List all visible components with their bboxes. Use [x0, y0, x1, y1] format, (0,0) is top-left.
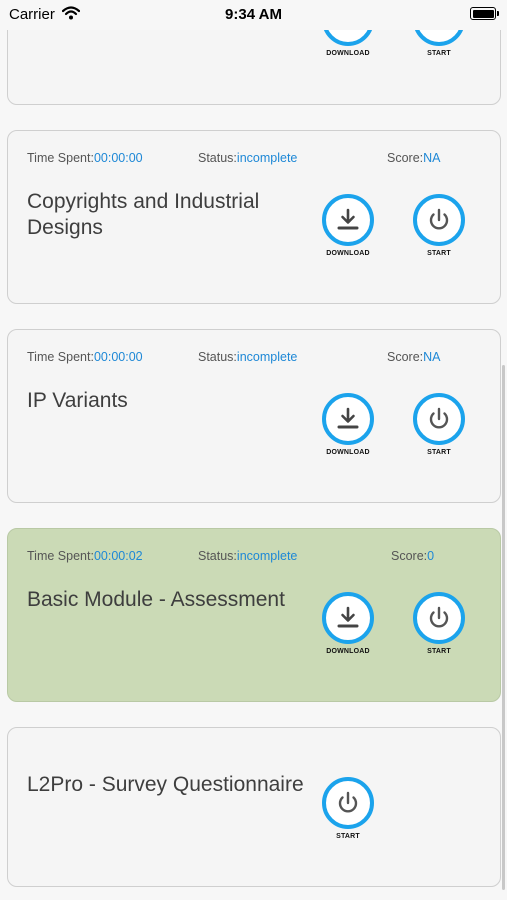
start-button[interactable]: START [404, 194, 474, 257]
clock: 9:34 AM [225, 6, 282, 23]
download-icon [322, 393, 374, 445]
module-card-highlighted: Time Spent:00:00:02 Status:incomplete Sc… [7, 528, 501, 702]
module-title: Basic Module - Assessment [27, 588, 285, 611]
download-button[interactable]: DOWNLOAD [313, 393, 383, 456]
scrollbar[interactable] [502, 365, 505, 890]
module-title: IP Variants [27, 389, 128, 412]
start-button[interactable]: START [404, 592, 474, 655]
module-card: Time Spent:00:00:00 Status:incomplete Sc… [7, 130, 501, 304]
start-label: START [427, 250, 451, 257]
download-label: DOWNLOAD [326, 648, 370, 655]
start-button[interactable]: START [404, 393, 474, 456]
download-icon [322, 592, 374, 644]
module-card: L2Pro - Survey Questionnaire START [7, 727, 501, 887]
start-label: START [427, 648, 451, 655]
score: Score:0 [391, 549, 435, 563]
score: Score:NA [387, 151, 441, 165]
power-icon [322, 777, 374, 829]
score: Score:NA [387, 350, 441, 364]
start-label: START [336, 833, 360, 840]
time-spent: Time Spent:00:00:00 [27, 151, 143, 165]
module-title: Copyrights and Industrial Designs [27, 190, 260, 239]
power-icon [413, 194, 465, 246]
status: Status:incomplete [198, 350, 298, 364]
download-button[interactable]: DOWNLOAD [313, 194, 383, 257]
start-label: START [427, 50, 451, 57]
download-icon [322, 194, 374, 246]
time-spent: Time Spent:00:00:02 [27, 549, 143, 563]
status: Status:incomplete [198, 151, 298, 165]
start-label: START [427, 449, 451, 456]
start-button[interactable]: START [313, 777, 383, 840]
status: Status:incomplete [198, 549, 298, 563]
module-card: Time Spent:00:00:00 Status:incomplete Sc… [7, 329, 501, 503]
power-icon [413, 592, 465, 644]
download-label: DOWNLOAD [326, 250, 370, 257]
download-label: DOWNLOAD [326, 50, 370, 57]
time-spent: Time Spent:00:00:00 [27, 350, 143, 364]
module-title: L2Pro - Survey Questionnaire [27, 773, 304, 796]
download-button[interactable]: DOWNLOAD [313, 592, 383, 655]
status-bar: Carrier 9:34 AM [0, 0, 507, 30]
download-label: DOWNLOAD [326, 449, 370, 456]
power-icon [413, 393, 465, 445]
battery-icon [470, 7, 499, 20]
